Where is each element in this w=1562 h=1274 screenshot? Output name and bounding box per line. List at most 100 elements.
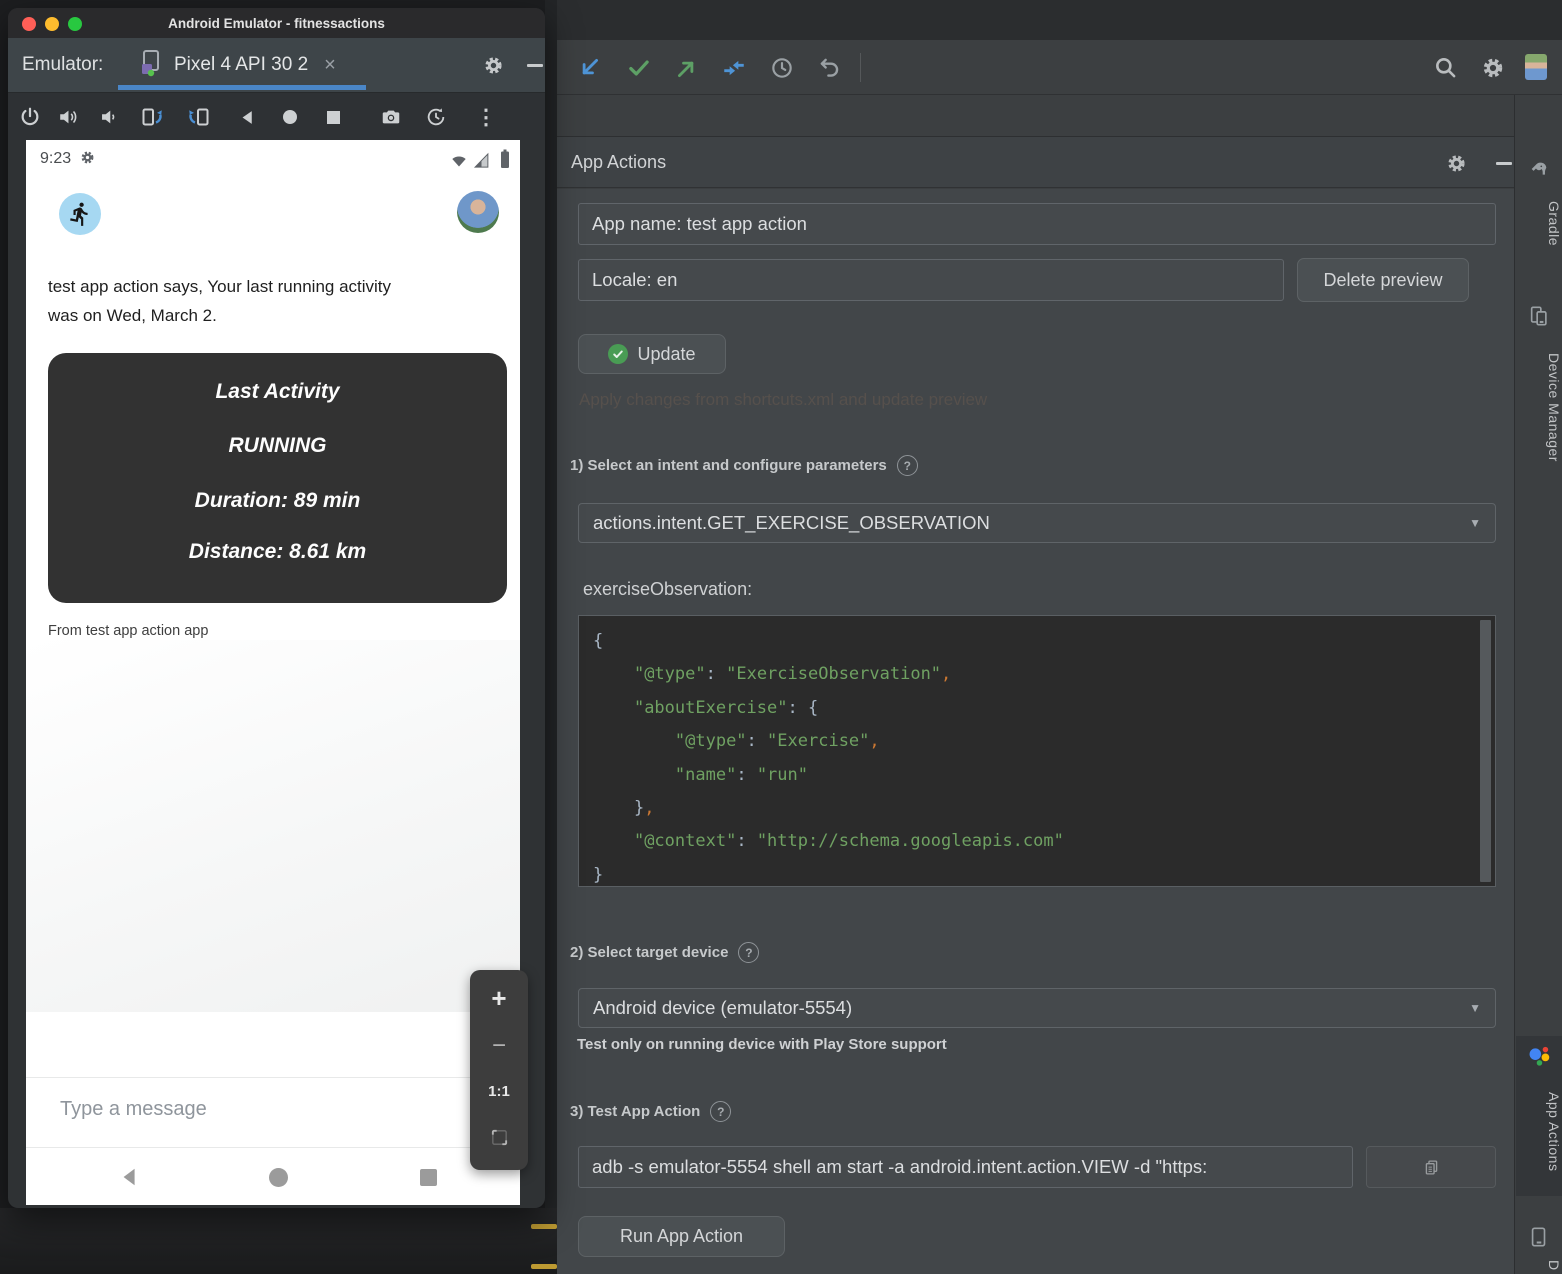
parameter-label: exerciseObservation: xyxy=(583,579,752,600)
active-tab-underline xyxy=(118,85,366,90)
push-icon[interactable] xyxy=(672,53,702,83)
studio-main-toolbar xyxy=(557,40,1562,95)
step2-label: 2) Select target device ? xyxy=(570,942,759,963)
tool-tab-device-manager[interactable]: Device Manager xyxy=(1515,337,1562,477)
target-device-value: Android device (emulator-5554) xyxy=(593,997,852,1019)
rotate-left-icon[interactable] xyxy=(138,103,166,131)
bookmark-dash xyxy=(531,1224,557,1229)
status-gear-icon xyxy=(80,150,95,170)
android-studio-window: App Actions App name: test app action Lo… xyxy=(545,0,1562,1274)
close-tab-icon[interactable]: × xyxy=(324,54,336,77)
chat-background xyxy=(26,640,520,1012)
more-options-icon[interactable]: ⋮ xyxy=(472,103,500,131)
commit-icon[interactable] xyxy=(624,53,654,83)
app-actions-panel-header: App Actions xyxy=(557,136,1514,188)
copy-command-button[interactable] xyxy=(1366,1146,1496,1188)
nav-back-button[interactable] xyxy=(118,1165,142,1189)
divider xyxy=(26,1077,520,1078)
panel-title: App Actions xyxy=(571,137,666,187)
card-title: Last Activity xyxy=(48,380,507,404)
volume-down-icon[interactable] xyxy=(94,103,122,131)
settings-gear-icon[interactable] xyxy=(1478,53,1508,83)
divider xyxy=(26,1147,520,1148)
tool-window-strip: Gradle Device Manager App Actions D xyxy=(1514,95,1562,1274)
back-icon[interactable] xyxy=(233,103,261,131)
volume-up-icon[interactable] xyxy=(54,103,82,131)
delete-preview-button[interactable]: Delete preview xyxy=(1297,258,1469,302)
fit-to-window-button[interactable] xyxy=(470,1128,528,1152)
sync-diff-icon[interactable] xyxy=(719,53,749,83)
status-time: 9:23 xyxy=(40,150,71,168)
editor-scrollbar[interactable] xyxy=(1480,620,1491,882)
home-icon[interactable] xyxy=(276,103,304,131)
toolbar-separator xyxy=(860,53,861,82)
power-icon[interactable] xyxy=(16,103,44,131)
device-note: Test only on running device with Play St… xyxy=(577,1036,947,1053)
partial-tab-label[interactable]: D xyxy=(1515,1255,1562,1274)
nav-home-button[interactable] xyxy=(266,1165,290,1189)
emulator-window: Android Emulator - fitnessactions Emulat… xyxy=(8,8,545,1208)
fit-to-window-icon xyxy=(490,1128,509,1147)
copy-icon xyxy=(1423,1159,1440,1176)
notification-text: test app action says, Your last running … xyxy=(48,272,391,330)
zoom-out-button[interactable]: − xyxy=(470,1032,528,1060)
chevron-down-icon: ▼ xyxy=(1469,1001,1481,1015)
step1-label: 1) Select an intent and configure parame… xyxy=(570,455,918,476)
zoom-in-button[interactable]: + xyxy=(470,983,528,1014)
app-actions-panel: App name: test app action Locale: en Del… xyxy=(557,189,1514,1274)
adb-command-field[interactable]: adb -s emulator-5554 shell am start -a a… xyxy=(578,1146,1353,1188)
panel-gear-icon[interactable] xyxy=(1441,148,1471,178)
nav-overview-button[interactable] xyxy=(416,1165,440,1189)
help-icon[interactable]: ? xyxy=(710,1101,731,1122)
update-button-label: Update xyxy=(637,344,695,365)
profile-avatar[interactable] xyxy=(1525,54,1547,80)
app-name-field[interactable]: App name: test app action xyxy=(578,203,1496,245)
device-tab-label: Pixel 4 API 30 2 xyxy=(174,54,308,76)
search-icon[interactable] xyxy=(1431,53,1461,83)
emulator-controls: ⋮ xyxy=(8,92,545,140)
studio-left-gutter xyxy=(545,0,557,1274)
run-app-action-button[interactable]: Run App Action xyxy=(578,1216,785,1257)
step3-label: 3) Test App Action ? xyxy=(570,1101,731,1122)
intent-dropdown[interactable]: actions.intent.GET_EXERCISE_OBSERVATION … xyxy=(578,503,1496,543)
phone-screen: 9:23 test app action says, Your last run… xyxy=(26,140,520,1205)
emulator-zoom-panel: + − 1:1 xyxy=(470,970,528,1170)
gradle-elephant-icon xyxy=(1528,159,1550,181)
rollback-icon[interactable] xyxy=(815,53,845,83)
virtual-device-icon xyxy=(140,49,164,82)
logcat-device-icon[interactable] xyxy=(1528,1226,1550,1248)
overview-icon[interactable] xyxy=(319,103,347,131)
help-icon[interactable]: ? xyxy=(738,942,759,963)
chevron-down-icon: ▼ xyxy=(1469,516,1481,530)
studio-titlebar xyxy=(557,0,1562,40)
battery-icon xyxy=(499,149,511,174)
user-avatar xyxy=(457,191,499,233)
emulator-tab-row: Emulator: Pixel 4 API 30 2 × xyxy=(8,38,545,92)
desktop-background xyxy=(0,1208,557,1274)
tool-tab-gradle[interactable]: Gradle xyxy=(1515,189,1562,259)
emulator-gear-icon[interactable] xyxy=(478,50,508,80)
device-tab[interactable]: Pixel 4 API 30 2 × xyxy=(140,38,336,92)
activity-card: Last Activity RUNNING Duration: 89 min D… xyxy=(48,353,507,603)
target-device-dropdown[interactable]: Android device (emulator-5554) ▼ xyxy=(578,988,1496,1028)
wifi-icon xyxy=(450,152,468,173)
emulator-label: Emulator: xyxy=(22,38,103,92)
bookmark-dash xyxy=(531,1264,557,1269)
update-button[interactable]: Update xyxy=(578,334,726,374)
update-check-icon xyxy=(608,344,628,364)
actual-size-button[interactable]: 1:1 xyxy=(470,1083,528,1100)
cell-signal-icon xyxy=(473,152,490,173)
intent-parameters-editor[interactable]: { "@type": "ExerciseObservation", "about… xyxy=(578,615,1496,887)
screenshot-camera-icon[interactable] xyxy=(377,103,405,131)
history-icon[interactable] xyxy=(767,53,797,83)
rotate-right-icon[interactable] xyxy=(185,103,213,131)
snapshots-icon[interactable] xyxy=(422,103,450,131)
update-project-icon[interactable] xyxy=(574,53,604,83)
tool-tab-app-actions[interactable]: App Actions xyxy=(1515,1076,1562,1188)
locale-field[interactable]: Locale: en xyxy=(578,259,1284,301)
emulator-minimize-icon[interactable] xyxy=(520,50,545,80)
help-icon[interactable]: ? xyxy=(897,455,918,476)
assistant-icon xyxy=(1528,1045,1550,1067)
update-hint-text: Apply changes from shortcuts.xml and upd… xyxy=(579,390,987,410)
message-input[interactable]: Type a message xyxy=(60,1098,207,1121)
